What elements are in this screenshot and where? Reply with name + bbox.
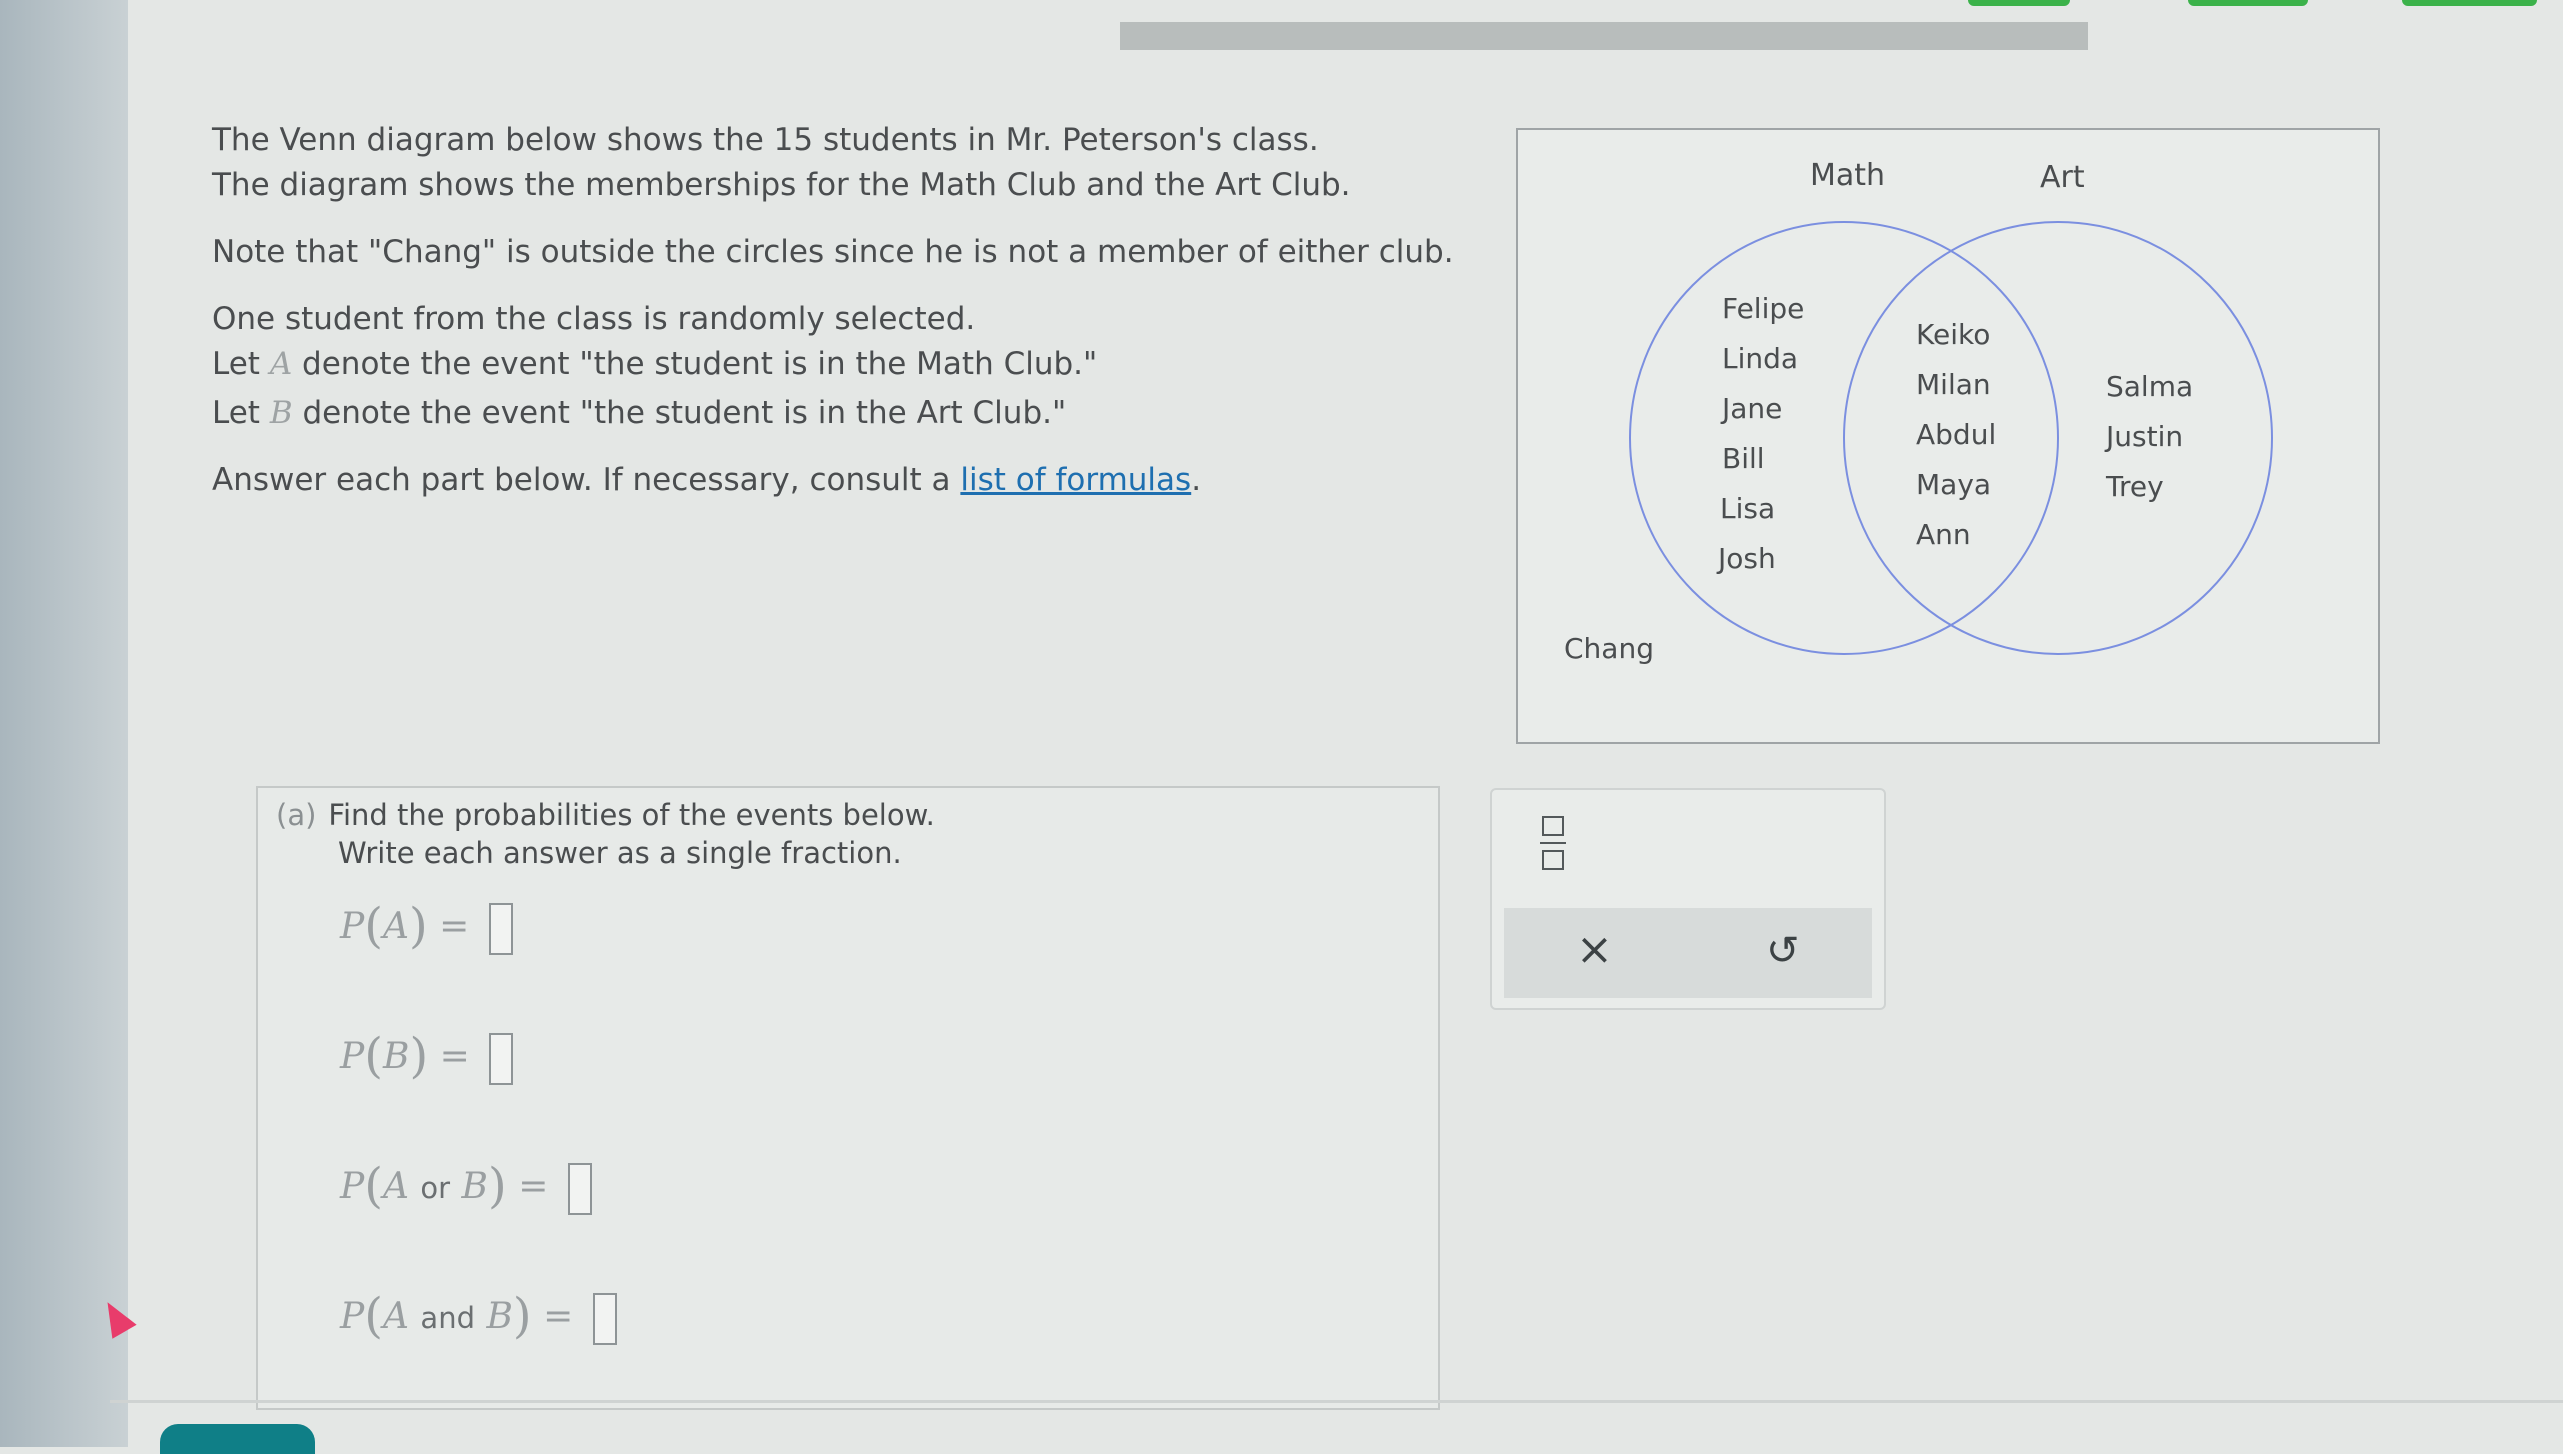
math-circle-label: Math: [1810, 158, 1886, 193]
intro-select: One student from the class is randomly s…: [212, 301, 976, 337]
art-only-name: Salma: [2106, 370, 2194, 403]
both-clubs-name: Ann: [1916, 518, 1971, 551]
top-progress-bar: [1120, 22, 2088, 50]
left-sidebar-strip: [0, 0, 128, 1447]
both-clubs-name: Abdul: [1916, 418, 1997, 451]
bottom-action-tab[interactable]: [160, 1424, 315, 1454]
math-only-name: Felipe: [1722, 292, 1805, 325]
intro-note: Note that "Chang" is outside the circles…: [212, 234, 1454, 270]
bottom-divider: [110, 1400, 2563, 1403]
event-a-definition: Let A denote the event "the student is i…: [212, 346, 1098, 382]
clear-button[interactable]: ×: [1576, 924, 1613, 975]
part-a-instructions: (a) Find the probabilities of the events …: [276, 798, 935, 870]
equation-p-a-or-b: P(A or B) =: [340, 1158, 592, 1215]
problem-intro: The Venn diagram below shows the 15 stud…: [212, 118, 1472, 517]
fraction-bar-icon: [1540, 842, 1566, 844]
answer-input-p-a[interactable]: [488, 903, 513, 955]
answer-input-p-a-and-b[interactable]: [592, 1293, 617, 1345]
equation-p-a-and-b: P(A and B) =: [340, 1288, 617, 1345]
answer-instructions: Answer each part below. If necessary, co…: [212, 462, 1202, 498]
art-only-name: Justin: [2106, 420, 2184, 453]
math-only-name: Jane: [1722, 392, 1783, 425]
outside-name: Chang: [1564, 632, 1654, 665]
variable-a: A: [269, 346, 293, 382]
art-circle-label: Art: [2040, 160, 2085, 195]
both-clubs-name: Keiko: [1916, 318, 1991, 351]
equation-p-a: P(A) =: [340, 898, 513, 955]
part-a-panel: (a) Find the probabilities of the events …: [256, 786, 1440, 1410]
both-clubs-name: Maya: [1916, 468, 1992, 501]
answer-input-p-b[interactable]: [489, 1033, 514, 1085]
intro-line-2: The diagram shows the memberships for th…: [212, 167, 1351, 203]
math-only-name: Josh: [1718, 542, 1776, 575]
variable-b: B: [269, 395, 293, 431]
equation-p-b: P(B) =: [340, 1028, 514, 1085]
intro-line-1: The Venn diagram below shows the 15 stud…: [212, 122, 1319, 158]
math-only-name: Bill: [1722, 442, 1765, 475]
math-only-name: Lisa: [1720, 492, 1776, 525]
part-a-letter: (a): [276, 798, 317, 832]
venn-diagram: Math Art Felipe Linda Jane Bill Lisa Jos…: [1516, 128, 2380, 744]
math-tool-panel: × ↺: [1490, 788, 1886, 1010]
event-b-definition: Let B denote the event "the student is i…: [212, 395, 1067, 431]
art-only-name: Trey: [2106, 470, 2164, 503]
tool-actions-row: × ↺: [1504, 908, 1872, 998]
list-of-formulas-link[interactable]: list of formulas: [960, 462, 1191, 498]
answer-input-p-a-or-b[interactable]: [567, 1163, 592, 1215]
fraction-button[interactable]: [1540, 816, 1566, 878]
math-only-name: Linda: [1722, 342, 1799, 375]
fraction-numerator-icon: [1542, 816, 1564, 836]
undo-button[interactable]: ↺: [1766, 928, 1800, 974]
both-clubs-name: Milan: [1916, 368, 1991, 401]
fraction-denominator-icon: [1542, 850, 1564, 870]
